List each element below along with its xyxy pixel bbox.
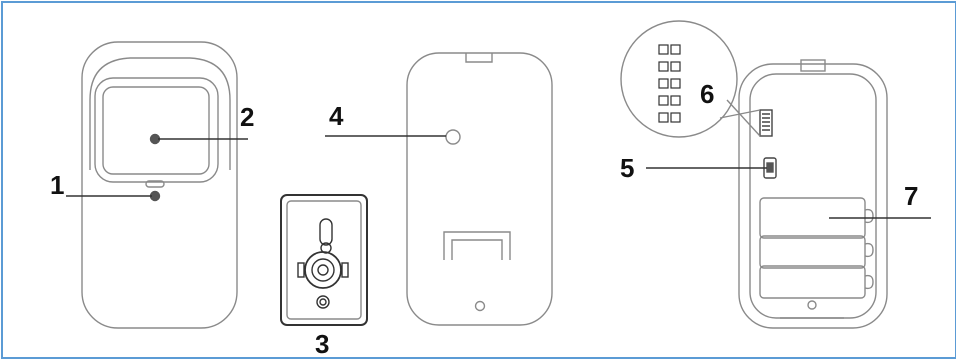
callout-5: 5 [620,153,634,183]
callout-1: 1 [50,170,64,200]
sensor-back-body [406,52,553,326]
swivel-ball-outer [304,251,342,289]
callout-6: 6 [700,79,714,109]
top-notch [465,53,493,63]
battery-2 [759,235,866,269]
sensor-back [406,52,553,326]
screw-hole [316,295,330,309]
sensor-diagram: 1 2 3 4 5 6 7 [50,20,931,358]
bracket-slot [443,231,511,260]
jumper-pins [762,113,770,131]
swivel-ball-center [317,264,329,276]
pir-lens-inner [102,86,210,175]
sensor-open-housing [738,59,888,329]
housing-screw [807,300,817,310]
swivel-tab-left [297,262,305,278]
screw-hole-inner [319,298,327,306]
swivel-tab-right [341,262,349,278]
zoom-pin-grid [658,44,681,123]
callout-4: 4 [329,101,344,131]
callout-7: 7 [904,181,918,211]
back-screw-hole [474,300,486,312]
zoom-pointer-bottom [726,99,761,137]
housing-top-clip [800,59,826,72]
keyhole-slot [319,218,333,246]
pir-lens-outer [94,77,219,183]
dip-switch-lever [766,162,774,173]
sensor-front [81,41,238,329]
tamper-switch-hole [445,129,461,145]
callout-2: 2 [240,102,254,132]
battery-springs [864,208,874,290]
swivel-ball-inner [311,258,335,282]
callout-3: 3 [315,329,329,358]
leader-lines [66,135,931,219]
battery-3 [759,265,866,299]
mounting-bracket [280,194,368,326]
